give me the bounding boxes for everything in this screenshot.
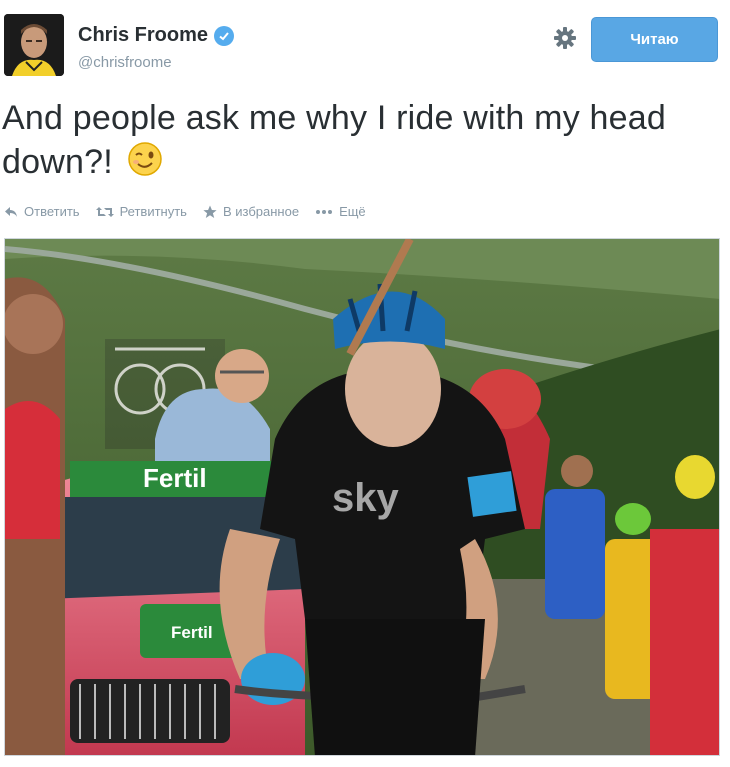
user-handle[interactable]: @chrisfroome bbox=[78, 54, 172, 71]
more-label: Ещё bbox=[339, 204, 366, 219]
star-icon bbox=[203, 205, 217, 219]
reply-icon bbox=[4, 206, 18, 218]
tweet-text: And people ask me why I ride with my hea… bbox=[2, 96, 722, 188]
retweet-action[interactable]: Ретвитнуть bbox=[95, 204, 187, 219]
more-action[interactable]: Ещё bbox=[315, 204, 366, 219]
jersey-logo-text: sky bbox=[332, 476, 399, 520]
retweet-icon bbox=[95, 206, 114, 218]
reply-label: Ответить bbox=[24, 204, 80, 219]
display-name[interactable]: Chris Froome bbox=[78, 24, 235, 47]
reply-action[interactable]: Ответить bbox=[4, 204, 80, 219]
verified-badge-icon bbox=[214, 25, 235, 46]
favorite-action[interactable]: В избранное bbox=[203, 204, 299, 219]
tweet-actions: Ответить Ретвитнуть В избранное Ещё bbox=[4, 204, 382, 219]
favorite-label: В избранное bbox=[222, 204, 300, 219]
retweet-label: Ретвитнуть bbox=[119, 204, 187, 219]
follow-button-label: Читаю bbox=[630, 31, 679, 48]
grille-banner-text: Fertil bbox=[171, 623, 213, 642]
tweet-photo[interactable]: Fertil Fertil sky bbox=[4, 238, 720, 756]
follow-button[interactable]: Читаю bbox=[591, 17, 718, 62]
gear-icon[interactable] bbox=[553, 26, 577, 50]
tweet-body: And people ask me why I ride with my hea… bbox=[2, 99, 666, 181]
winking-face-icon bbox=[127, 141, 163, 188]
more-icon bbox=[315, 209, 333, 215]
banner-text: Fertil bbox=[143, 463, 207, 493]
avatar[interactable] bbox=[4, 14, 64, 76]
display-name-text[interactable]: Chris Froome bbox=[78, 24, 208, 47]
